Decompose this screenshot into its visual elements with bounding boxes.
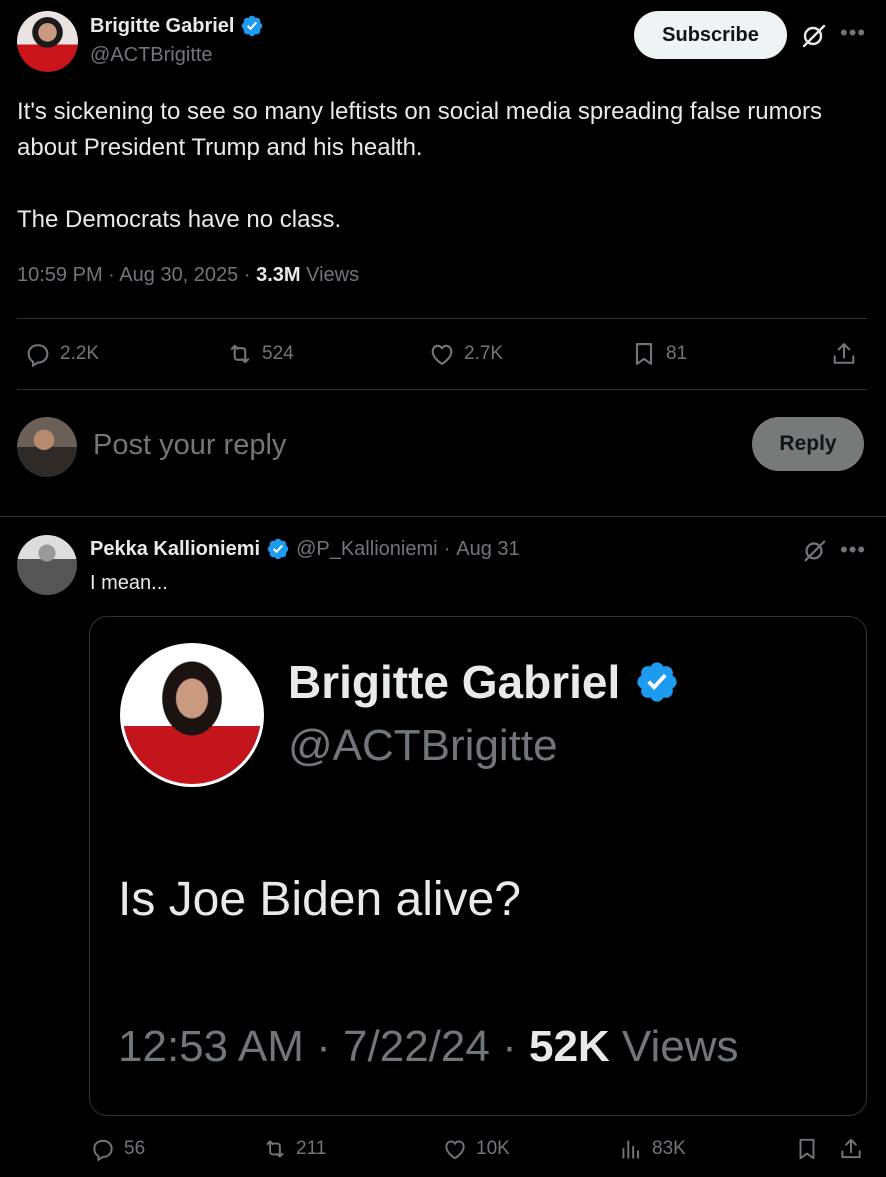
share-icon <box>841 1138 861 1159</box>
author-name[interactable]: Brigitte Gabriel <box>90 15 234 38</box>
like-icon <box>445 1140 465 1160</box>
reply-count: 2.2K <box>60 343 100 364</box>
meta-separator: · <box>502 1022 517 1071</box>
repost-count: 211 <box>296 1138 327 1159</box>
meta-separator: · <box>316 1022 331 1071</box>
reply-count: 56 <box>124 1138 146 1159</box>
current-user-avatar[interactable] <box>17 417 77 477</box>
tweet-meta: 10:59 PM · Aug 30, 2025 · 3.3M Views <box>17 264 359 287</box>
divider <box>17 318 867 319</box>
grok-icon[interactable] <box>799 21 827 49</box>
bookmark-action[interactable]: 81 <box>630 340 687 368</box>
reply-input[interactable] <box>93 425 713 465</box>
views-label: Views <box>306 264 360 286</box>
reply-text: I mean... <box>90 572 168 594</box>
like-icon <box>431 344 453 366</box>
embedded-date: 7/22/24 <box>343 1022 490 1071</box>
author-name-row[interactable]: Brigitte Gabriel <box>90 14 264 38</box>
share-icon <box>833 343 855 364</box>
share-action[interactable] <box>830 340 858 368</box>
divider <box>17 389 867 390</box>
verified-badge-icon <box>637 662 677 702</box>
bookmark-count: 81 <box>666 343 688 364</box>
grok-icon[interactable] <box>801 537 827 563</box>
embedded-image[interactable]: Brigitte Gabriel @ACTBrigitte Is Joe Bid… <box>89 616 867 1116</box>
like-count: 10K <box>476 1138 510 1159</box>
subscribe-button[interactable]: Subscribe <box>634 11 787 59</box>
embedded-author-name-row: Brigitte Gabriel <box>288 655 680 709</box>
reply-author-handle[interactable]: @P_Kallioniemi <box>296 538 437 561</box>
bookmark-icon <box>799 1138 815 1160</box>
like-count: 2.7K <box>464 343 504 364</box>
bookmark-icon <box>635 343 653 365</box>
bookmark-action[interactable] <box>794 1136 820 1162</box>
repost-icon <box>266 1140 284 1158</box>
views-count: 83K <box>652 1138 686 1159</box>
verified-badge-icon <box>242 15 263 37</box>
views-action[interactable]: 83K <box>618 1136 686 1162</box>
verified-badge-icon <box>267 538 289 560</box>
embedded-author-name: Brigitte Gabriel <box>288 656 621 708</box>
embedded-author-avatar <box>120 643 264 787</box>
repost-icon <box>230 344 250 364</box>
reply-author-name[interactable]: Pekka Kallioniemi <box>90 538 260 561</box>
embedded-tweet-meta: 12:53 AM · 7/22/24 · 52K Views <box>118 1022 739 1072</box>
reply-icon <box>27 344 49 368</box>
embedded-views-count: 52K <box>528 1022 610 1071</box>
reply-icon <box>93 1139 113 1162</box>
repost-action[interactable]: 211 <box>262 1136 326 1162</box>
meta-separator: · <box>443 537 451 560</box>
tweet-time[interactable]: 10:59 PM <box>17 264 103 286</box>
repost-action[interactable]: 524 <box>226 340 294 368</box>
more-icon[interactable]: ••• <box>840 20 866 46</box>
meta-separator: · <box>243 264 251 286</box>
embedded-author-handle: @ACTBrigitte <box>288 721 558 770</box>
like-action[interactable]: 10K <box>442 1136 510 1162</box>
author-avatar[interactable] <box>17 11 78 72</box>
reply-author-row: Pekka Kallioniemi @P_Kallioniemi · Aug 3… <box>90 537 520 561</box>
embedded-tweet-text: Is Joe Biden alive? <box>118 873 521 926</box>
tweet-date[interactable]: Aug 30, 2025 <box>119 264 238 286</box>
author-handle[interactable]: @ACTBrigitte <box>90 44 213 67</box>
tweet-text: It's sickening to see so many leftists o… <box>17 98 822 233</box>
views-count: 3.3M <box>256 264 301 286</box>
reply-date[interactable]: Aug 31 <box>456 538 519 561</box>
views-icon <box>622 1140 640 1159</box>
reply-author-avatar[interactable] <box>17 535 77 595</box>
embedded-time: 12:53 AM <box>118 1022 304 1071</box>
reply-action[interactable]: 56 <box>90 1136 145 1162</box>
divider <box>0 516 886 517</box>
like-action[interactable]: 2.7K <box>428 340 503 368</box>
repost-count: 524 <box>262 343 294 364</box>
reply-button[interactable]: Reply <box>752 417 864 471</box>
share-action[interactable] <box>838 1136 864 1162</box>
reply-action[interactable]: 2.2K <box>24 340 99 368</box>
more-icon[interactable]: ••• <box>840 537 866 563</box>
embedded-views-label: Views <box>621 1022 739 1071</box>
meta-separator: · <box>108 264 115 286</box>
